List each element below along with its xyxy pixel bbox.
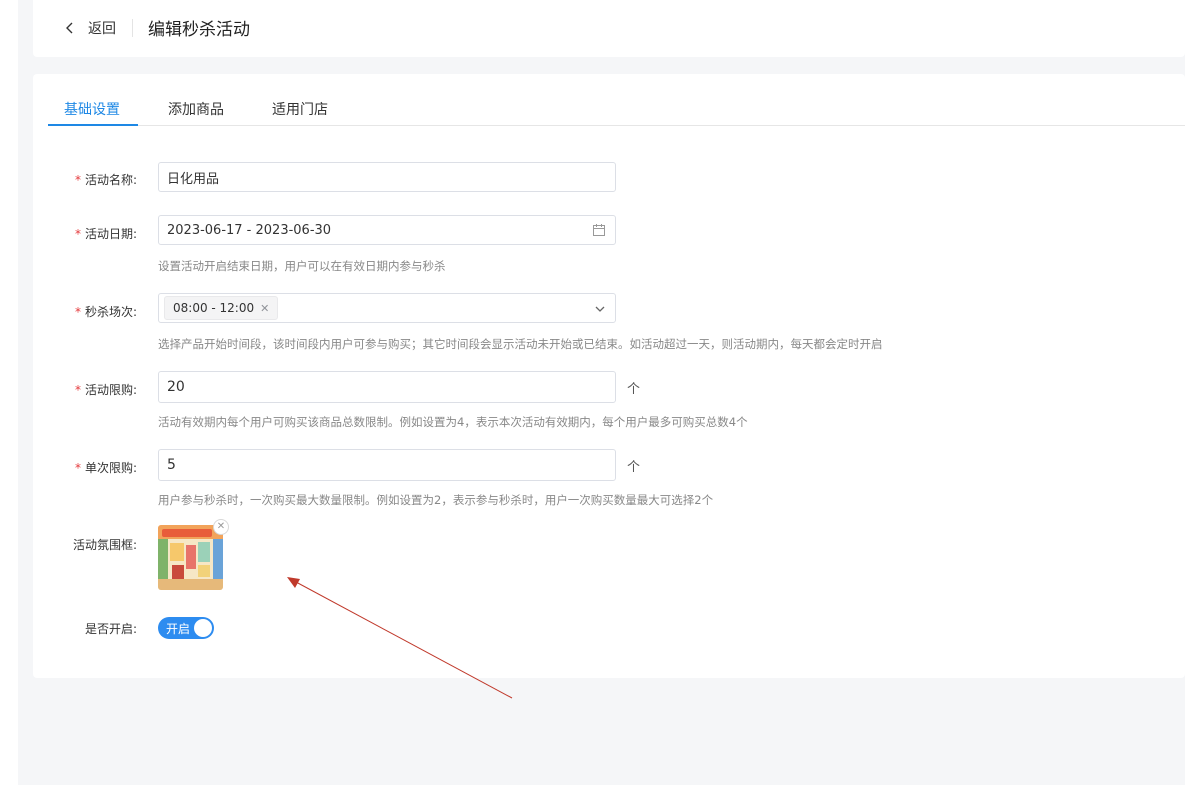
single-limit-value: 5 bbox=[167, 457, 176, 473]
page-title: 编辑秒杀活动 bbox=[148, 20, 250, 40]
enabled-switch[interactable]: 开启 bbox=[158, 617, 214, 639]
activity-date-picker[interactable]: 2023-06-17 - 2023-06-30 bbox=[158, 215, 616, 245]
back-button[interactable]: 返回 bbox=[64, 18, 116, 38]
session-hint: 选择产品开始时间段，该时间段内用户可参与购买；其它时间段会显示活动未开始或已结束… bbox=[158, 337, 883, 351]
session-label-text: 秒杀场次: bbox=[84, 305, 137, 319]
activity-date-value: 2023-06-17 - 2023-06-30 bbox=[167, 222, 332, 238]
required-mark: * bbox=[74, 305, 81, 319]
activity-name-label-text: 活动名称: bbox=[84, 173, 137, 187]
tab-bar: 基础设置 添加商品 适用门店 bbox=[48, 96, 1185, 126]
frame-thumbnail[interactable] bbox=[158, 525, 223, 590]
session-select[interactable]: 08:00 - 12:00 ✕ bbox=[158, 293, 616, 323]
enabled-label: 是否开启: bbox=[84, 622, 137, 636]
frame-image bbox=[158, 525, 223, 590]
single-limit-input[interactable]: 5 bbox=[158, 449, 616, 481]
form-card: 基础设置 添加商品 适用门店 * 活动名称: 日化用品 * 活动日期: 2023-0… bbox=[33, 74, 1185, 678]
tab-add-products[interactable]: 添加商品 bbox=[168, 99, 224, 119]
required-mark: * bbox=[74, 461, 81, 475]
activity-date-hint: 设置活动开启结束日期，用户可以在有效日期内参与秒杀 bbox=[158, 259, 446, 273]
chevron-left-icon bbox=[66, 22, 73, 34]
total-limit-label-text: 活动限购: bbox=[84, 383, 137, 397]
activity-name-value: 日化用品 bbox=[167, 171, 220, 187]
activity-name-input[interactable]: 日化用品 bbox=[158, 162, 616, 192]
required-mark: * bbox=[74, 227, 81, 241]
tab-applicable-stores[interactable]: 适用门店 bbox=[272, 99, 328, 119]
total-limit-input[interactable]: 20 bbox=[158, 371, 616, 403]
single-limit-hint: 用户参与秒杀时，一次购买最大数量限制。例如设置为2，表示参与秒杀时，用户一次购买… bbox=[158, 493, 714, 507]
required-mark: * bbox=[74, 173, 81, 187]
back-label: 返回 bbox=[88, 21, 116, 37]
remove-frame-button[interactable]: ✕ bbox=[213, 519, 229, 535]
session-tag: 08:00 - 12:00 ✕ bbox=[164, 296, 279, 320]
switch-text: 开启 bbox=[166, 622, 191, 636]
session-tag-label: 08:00 - 12:00 bbox=[173, 301, 255, 315]
activity-name-label: * 活动名称: bbox=[33, 171, 137, 188]
close-icon[interactable]: ✕ bbox=[260, 302, 269, 315]
active-tab-indicator bbox=[48, 124, 138, 126]
total-limit-value: 20 bbox=[167, 379, 185, 395]
header-divider bbox=[132, 19, 133, 37]
total-limit-label: * 活动限购: bbox=[33, 381, 137, 398]
calendar-icon bbox=[593, 224, 605, 236]
single-limit-label-text: 单次限购: bbox=[84, 461, 137, 475]
close-icon: ✕ bbox=[216, 521, 226, 532]
total-limit-hint: 活动有效期内每个用户可购买该商品总数限制。例如设置为4，表示本次活动有效期内，每… bbox=[158, 415, 748, 429]
required-mark: * bbox=[74, 383, 81, 397]
left-sidebar-strip bbox=[0, 0, 18, 785]
activity-date-label: * 活动日期: bbox=[33, 225, 137, 242]
chevron-down-icon bbox=[595, 306, 605, 312]
total-limit-unit: 个 bbox=[627, 382, 641, 397]
session-label: * 秒杀场次: bbox=[33, 303, 137, 320]
single-limit-label: * 单次限购: bbox=[33, 459, 137, 476]
single-limit-unit: 个 bbox=[627, 460, 641, 475]
activity-date-label-text: 活动日期: bbox=[84, 227, 137, 241]
frame-label: 活动氛围框: bbox=[72, 538, 137, 552]
switch-knob bbox=[194, 619, 212, 637]
tab-basic-settings[interactable]: 基础设置 bbox=[64, 99, 120, 119]
